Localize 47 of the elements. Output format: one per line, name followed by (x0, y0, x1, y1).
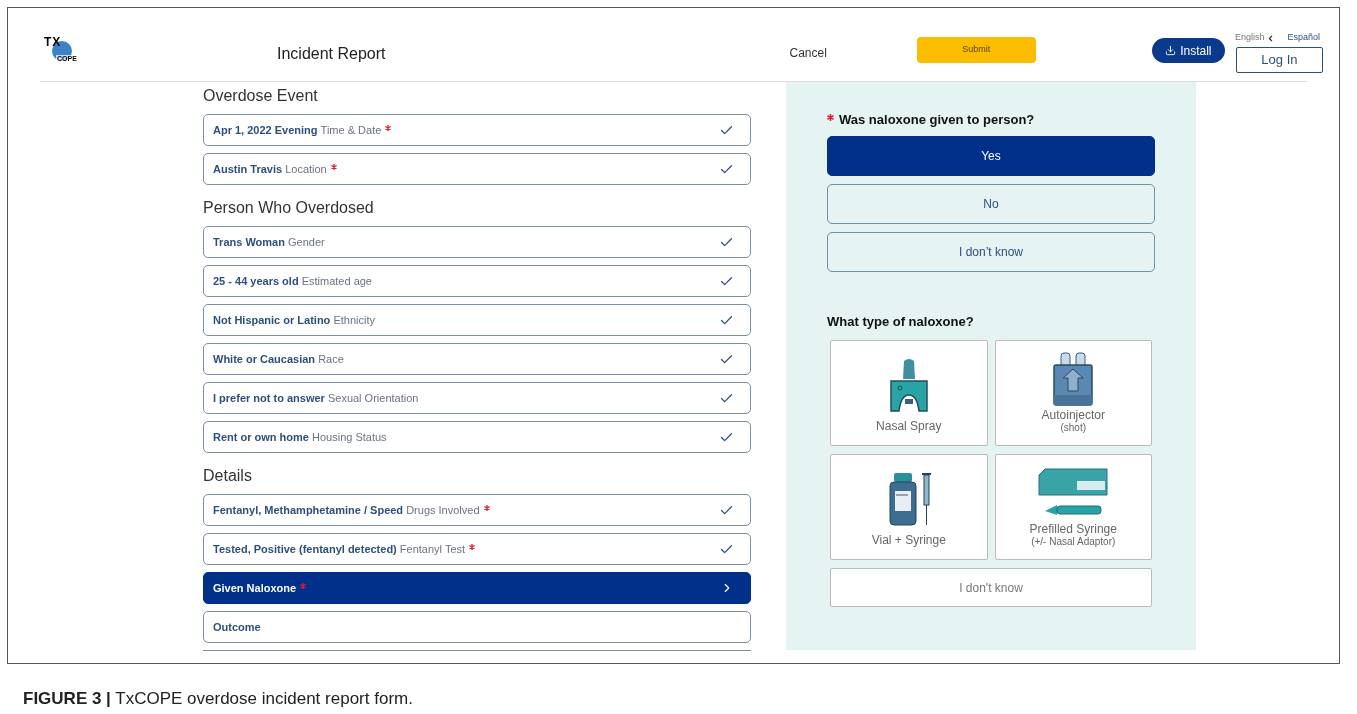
download-icon (1165, 45, 1177, 56)
form-row[interactable]: Apr 1, 2022 Evening Time & Date (203, 114, 751, 146)
install-button[interactable]: Install (1151, 38, 1225, 63)
language-link[interactable]: English (1234, 31, 1265, 45)
form-row[interactable]: 25 - 44 years old Estimated age (203, 265, 751, 297)
form-row[interactable]: I prefer not to answer Sexual Orientation (203, 382, 751, 414)
naloxone-type-card[interactable]: Autoinjector (shot) (994, 340, 1152, 446)
naloxone-type-card[interactable]: Prefilled Syringe (+/- Nasal Adaptor) (994, 454, 1152, 560)
row-text: Tested, Positive (fentanyl detected) Fentanyl Test (213, 541, 466, 557)
row-text: I prefer not to answer Sexual Orientation (213, 390, 419, 406)
row-text: Trans Woman Gender (213, 234, 325, 250)
row-text: 25 - 44 years old Estimated age (213, 273, 372, 289)
row-text: White or Caucasian Race (213, 351, 344, 367)
row-text: Rent or own home Housing Status (213, 429, 387, 445)
language-link[interactable]: Español (1287, 31, 1320, 45)
answer-option[interactable]: I don't know (830, 568, 1152, 607)
form-row[interactable]: Not Hispanic or Latino Ethnicity (203, 304, 751, 336)
row-text: Fentanyl, Methamphetamine / Speed Drugs Involved (213, 502, 480, 518)
question-text: What type of naloxone? (827, 312, 975, 331)
submit-button[interactable]: Submit (916, 37, 1036, 63)
naloxone-type-card[interactable]: Vial + Syringe (830, 454, 988, 560)
login-button[interactable]: Log In (1235, 47, 1323, 73)
row-text: Apr 1, 2022 Evening Time & Date (213, 122, 382, 138)
section-heading: Details (203, 466, 253, 486)
row-text: Not Hispanic or Latino Ethnicity (213, 312, 375, 328)
form-row[interactable]: Given Naloxone (203, 572, 751, 604)
section-heading: Person Who Overdosed (203, 198, 375, 218)
form-row[interactable]: Austin Travis Location (203, 153, 751, 185)
form-row[interactable]: Tested, Positive (fentanyl detected) Fentanyl Test (203, 533, 751, 565)
row-text: Given Naloxone (213, 580, 297, 596)
form-row[interactable]: White or Caucasian Race (203, 343, 751, 375)
form-row[interactable]: Outcome (203, 611, 751, 643)
question-text: Was naloxone given to person? (839, 111, 1035, 129)
naloxone-type-card[interactable]: Nasal Spray (830, 340, 988, 446)
form-row[interactable]: Trans Woman Gender (203, 226, 751, 258)
answer-option[interactable]: No (827, 183, 1155, 224)
answer-option[interactable]: I don’t know (827, 231, 1155, 272)
figure-caption: FIGURE 3 | TxCOPE overdose incident report form. (23, 688, 413, 710)
row-text: Austin Travis Location (213, 161, 327, 177)
autoinjector-icon (1051, 351, 1096, 407)
form-row[interactable]: Rent or own home Housing Status (203, 421, 751, 453)
page-title: Incident Report (277, 44, 386, 64)
section-heading: Overdose Event (203, 86, 319, 106)
form-row[interactable]: Fentanyl, Methamphetamine / Speed Drugs Involved (203, 494, 751, 526)
row-text: Outcome (213, 619, 261, 635)
answer-option[interactable]: Yes (827, 135, 1155, 176)
cancel-button[interactable]: Cancel (789, 44, 827, 62)
